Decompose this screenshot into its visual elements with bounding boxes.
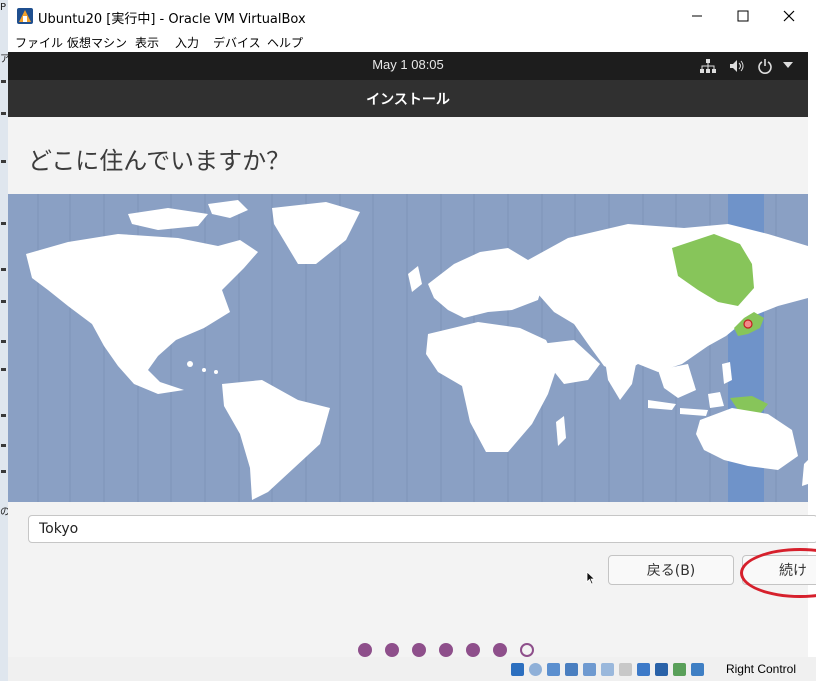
maximize-button[interactable] — [720, 0, 766, 32]
progress-dot — [493, 643, 507, 657]
menu-view[interactable]: 表示 — [135, 34, 159, 51]
progress-dot — [466, 643, 480, 657]
desktop-edge: P ア の — [0, 0, 10, 681]
close-icon — [783, 10, 795, 22]
vbox-status-bar: Right Control — [8, 657, 816, 681]
timezone-map[interactable] — [8, 194, 808, 502]
usb-icon[interactable] — [583, 663, 596, 676]
world-map — [8, 194, 808, 502]
maximize-icon — [737, 10, 749, 22]
progress-dot — [358, 643, 372, 657]
installer-title: インストール — [366, 92, 450, 108]
page-question: どこに住んでいますか？ — [28, 147, 291, 175]
window-title: Ubuntu20 [実行中] - Oracle VM VirtualBox — [38, 12, 306, 27]
title-bar: Ubuntu20 [実行中] - Oracle VM VirtualBox — [8, 0, 816, 32]
host-key-label: Right Control — [725, 662, 796, 676]
progress-dot-current — [520, 643, 534, 657]
progress-dot — [385, 643, 399, 657]
clock[interactable]: May 1 08:05 — [8, 57, 808, 72]
hdd-icon[interactable] — [511, 663, 524, 676]
menu-input[interactable]: 入力 — [175, 34, 199, 51]
shared-folder-icon[interactable] — [601, 663, 614, 676]
close-button[interactable] — [766, 0, 812, 32]
ubuntu-top-bar: May 1 08:05 — [8, 52, 808, 80]
location-field[interactable] — [28, 515, 816, 543]
keyboard-icon[interactable] — [691, 663, 704, 676]
desktop-char: P — [0, 2, 7, 13]
minimize-icon — [692, 15, 702, 17]
installer-content: どこに住んでいますか？ Tokyo 戻る(B) 続け — [8, 117, 816, 657]
location-input[interactable] — [37, 520, 801, 538]
menu-devices[interactable]: デバイス — [213, 34, 261, 51]
menu-help[interactable]: ヘルプ — [267, 34, 303, 51]
progress-dots — [358, 643, 548, 657]
network-icon[interactable] — [700, 59, 716, 73]
display-icon[interactable] — [619, 663, 632, 676]
progress-dot — [412, 643, 426, 657]
volume-icon[interactable] — [729, 59, 745, 73]
tokyo-marker — [743, 319, 753, 329]
menu-file[interactable]: ファイル — [15, 34, 63, 51]
menu-bar: ファイル 仮想マシン 表示 入力 デバイス ヘルプ — [8, 32, 816, 52]
virtualbox-app-icon — [17, 8, 33, 24]
power-icon[interactable] — [757, 58, 773, 74]
dropdown-icon[interactable] — [783, 62, 793, 68]
mouse-integration-icon[interactable] — [673, 663, 686, 676]
mouse-cursor-icon — [586, 571, 596, 585]
progress-dot — [439, 643, 453, 657]
minimize-button[interactable] — [674, 0, 720, 32]
recording-icon[interactable] — [637, 663, 650, 676]
optical-drive-icon[interactable] — [529, 663, 542, 676]
network-adapter-icon[interactable] — [565, 663, 578, 676]
back-button-label: 戻る(B) — [646, 563, 696, 579]
menu-machine[interactable]: 仮想マシン — [67, 34, 127, 51]
back-button[interactable]: 戻る(B) — [608, 555, 734, 585]
virtualbox-window: Ubuntu20 [実行中] - Oracle VM VirtualBox ファ… — [8, 0, 816, 681]
cpu-icon[interactable] — [655, 663, 668, 676]
audio-icon[interactable] — [547, 663, 560, 676]
installer-header: インストール — [8, 80, 808, 117]
